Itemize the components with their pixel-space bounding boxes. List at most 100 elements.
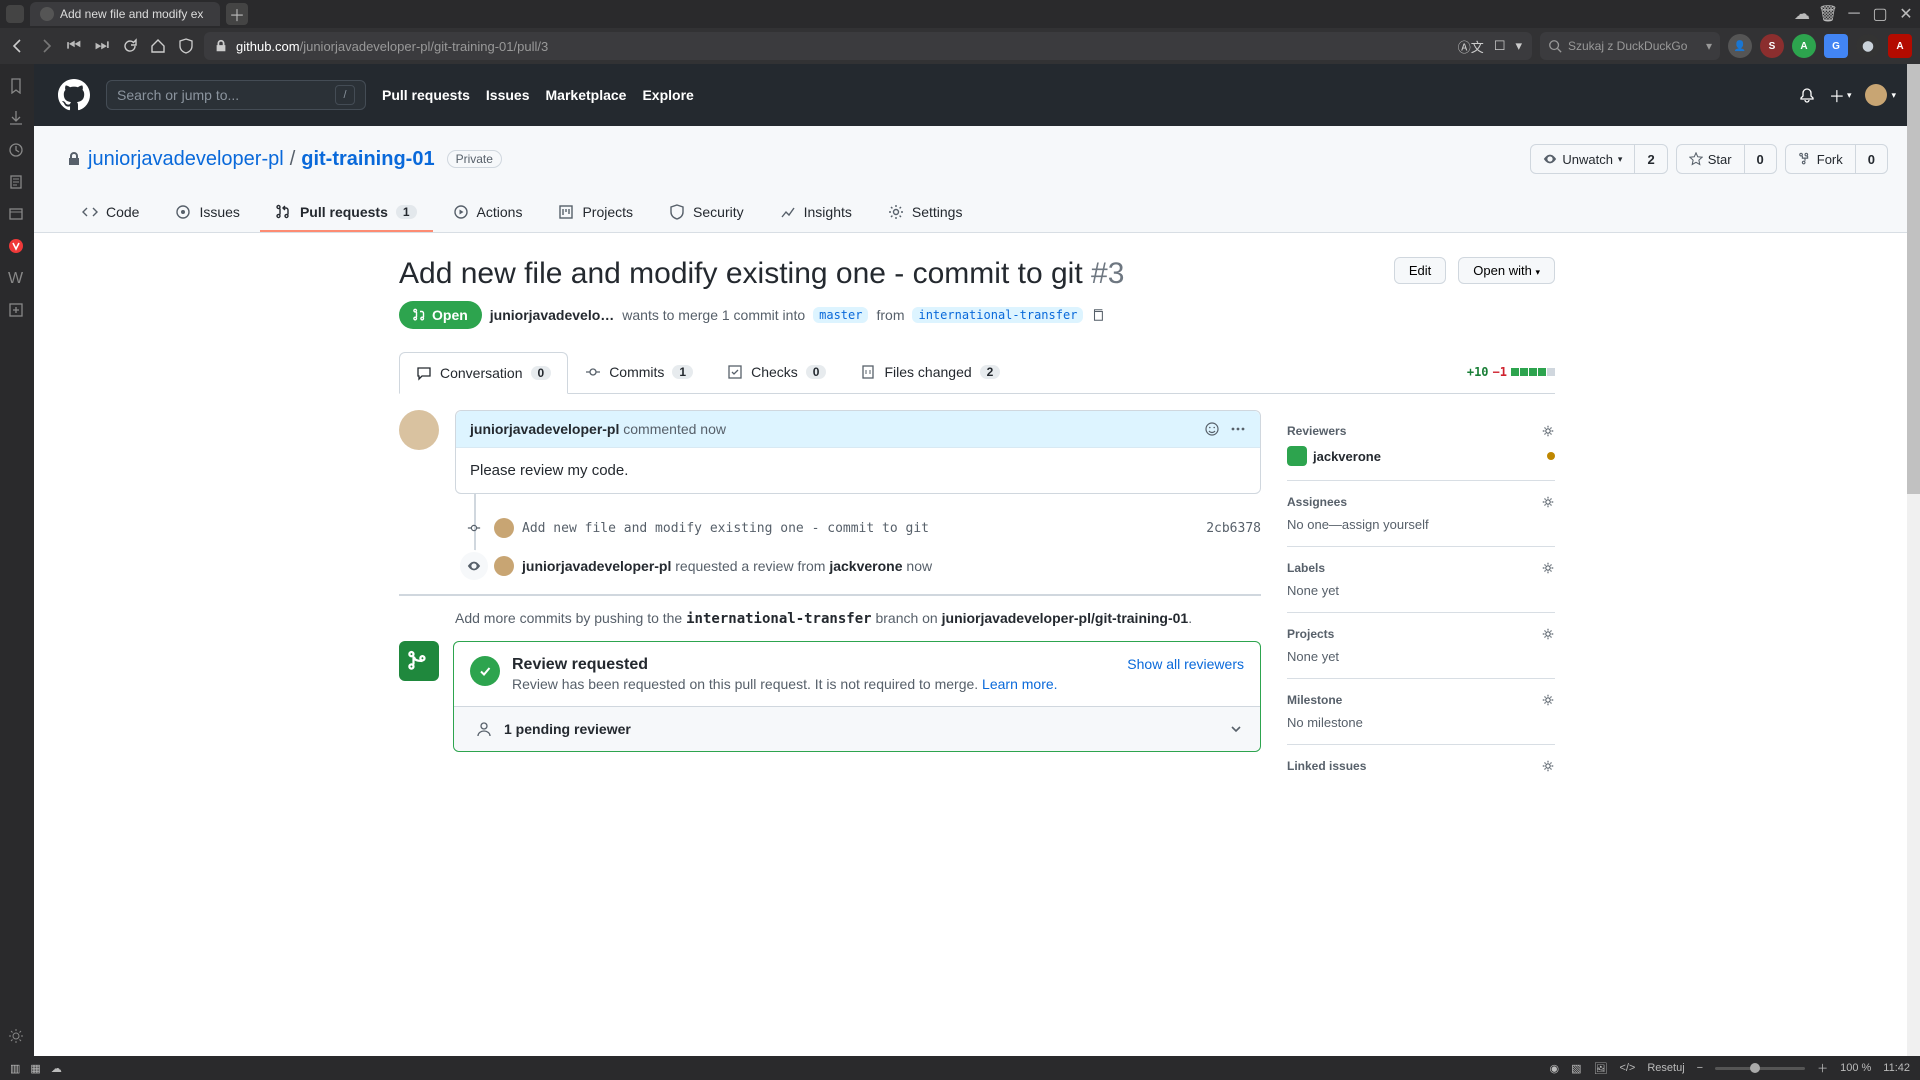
panel-vivaldi-icon[interactable] (8, 238, 26, 256)
reviewers-heading[interactable]: Reviewers (1287, 424, 1346, 438)
statusbar-pageactions-icon[interactable]: ▧ (1571, 1062, 1581, 1075)
panel-add-icon[interactable] (8, 302, 26, 320)
open-with-button[interactable]: Open with ▾ (1458, 257, 1555, 284)
extension-noscript-icon[interactable]: S (1760, 34, 1784, 58)
learn-more-link[interactable]: Learn more. (982, 676, 1057, 692)
statusbar-tile-icon[interactable]: ▦ (30, 1062, 40, 1075)
gear-icon[interactable] (1541, 759, 1555, 773)
milestone-heading[interactable]: Milestone (1287, 693, 1342, 707)
nav-issues[interactable]: Issues (486, 87, 530, 103)
scrollbar[interactable] (1907, 64, 1920, 1056)
profile-icon[interactable]: 👤 (1728, 34, 1752, 58)
reviewer-name[interactable]: jackverone (1313, 449, 1381, 464)
labels-heading[interactable]: Labels (1287, 561, 1325, 575)
chevron-down-icon[interactable]: ▾ (1706, 39, 1712, 53)
tab-files[interactable]: Files changed2 (843, 351, 1017, 393)
star-count[interactable]: 0 (1745, 152, 1776, 167)
star-button[interactable]: Star 0 (1676, 144, 1777, 174)
create-new-dropdown[interactable]: ＋▾ (1829, 83, 1852, 107)
tab-projects[interactable]: Projects (542, 194, 649, 232)
head-branch[interactable]: international-transfer (912, 307, 1083, 323)
tab-pulls[interactable]: Pull requests1 (260, 194, 433, 232)
trash-icon[interactable]: 🗑 (1820, 6, 1836, 22)
tab-insights[interactable]: Insights (764, 194, 868, 232)
statusbar-panel-icon[interactable]: ▥ (10, 1062, 20, 1075)
edit-button[interactable]: Edit (1394, 257, 1446, 284)
search-engine-bar[interactable]: Szukaj z DuckDuckGo ▾ (1540, 32, 1720, 60)
fork-button[interactable]: Fork 0 (1785, 144, 1888, 174)
repo-owner-link[interactable]: juniorjavadeveloper-pl (88, 148, 284, 171)
user-menu[interactable]: ▾ (1865, 84, 1896, 106)
statusbar-reset-zoom[interactable]: Resetuj (1647, 1062, 1684, 1074)
url-bar[interactable]: github.com/juniorjavadeveloper-pl/git-tr… (204, 32, 1532, 60)
extension-translate-icon[interactable]: G (1824, 34, 1848, 58)
projects-heading[interactable]: Projects (1287, 627, 1334, 641)
gear-icon[interactable] (1541, 495, 1555, 509)
back-button[interactable] (8, 36, 28, 56)
panel-notes-icon[interactable] (8, 174, 26, 192)
fastforward-button[interactable]: ⏭ (92, 36, 112, 56)
panel-bookmarks-icon[interactable] (8, 78, 26, 96)
gear-icon[interactable] (1541, 627, 1555, 641)
zoom-in-button[interactable]: ＋ (1817, 1060, 1828, 1076)
commit-message[interactable]: Add new file and modify existing one - c… (522, 521, 929, 536)
minimize-button[interactable]: ─ (1846, 6, 1862, 22)
panel-window-icon[interactable] (8, 206, 26, 224)
rewind-button[interactable]: ⏮ (64, 36, 84, 56)
base-branch[interactable]: master (813, 307, 868, 323)
assignees-value[interactable]: No one—assign yourself (1287, 517, 1555, 532)
new-tab-button[interactable]: ＋ (226, 3, 248, 25)
tab-actions[interactable]: Actions (437, 194, 539, 232)
maximize-button[interactable]: ▢ (1872, 6, 1888, 22)
shield-icon[interactable] (176, 36, 196, 56)
emoji-icon[interactable] (1204, 421, 1220, 437)
commit-sha[interactable]: 2cb6378 (1206, 521, 1261, 536)
watch-count[interactable]: 2 (1635, 152, 1666, 167)
reviewer-avatar[interactable] (1287, 446, 1307, 466)
zoom-slider[interactable] (1715, 1067, 1805, 1070)
home-button[interactable] (148, 36, 168, 56)
browser-tab[interactable]: Add new file and modify ex (30, 2, 220, 26)
panel-history-icon[interactable] (8, 142, 26, 160)
comment-author[interactable]: juniorjavadeveloper-pl (470, 421, 619, 437)
github-search-input[interactable]: Search or jump to... / (106, 80, 366, 110)
tab-security[interactable]: Security (653, 194, 760, 232)
close-button[interactable]: ✕ (1898, 6, 1914, 22)
reload-button[interactable] (120, 36, 140, 56)
tab-checks[interactable]: Checks0 (710, 351, 843, 393)
actor-avatar[interactable] (494, 556, 514, 576)
statusbar-image-icon[interactable]: 🖼 (1593, 1062, 1607, 1075)
review-request-reviewer[interactable]: jackverone (829, 558, 902, 574)
gear-icon[interactable] (1541, 561, 1555, 575)
extension-adobe-icon[interactable]: A (1888, 34, 1912, 58)
tab-settings[interactable]: Settings (872, 194, 979, 232)
notifications-icon[interactable] (1799, 87, 1815, 103)
forward-button[interactable] (36, 36, 56, 56)
statusbar-sync-icon[interactable]: ☁ (51, 1062, 62, 1075)
commit-author-avatar[interactable] (494, 518, 514, 538)
zoom-out-button[interactable]: − (1697, 1062, 1703, 1074)
comment-author-avatar[interactable] (399, 410, 439, 450)
unwatch-button[interactable]: Unwatch ▾ 2 (1530, 144, 1667, 174)
linked-issues-heading[interactable]: Linked issues (1287, 759, 1366, 773)
nav-pulls[interactable]: Pull requests (382, 87, 470, 103)
tab-commits[interactable]: Commits1 (568, 351, 710, 393)
gear-icon[interactable] (1541, 693, 1555, 707)
panel-wikipedia-icon[interactable]: W (8, 270, 26, 288)
statusbar-code-icon[interactable]: </> (1619, 1062, 1635, 1074)
show-reviewers-link[interactable]: Show all reviewers (1127, 656, 1244, 672)
copy-icon[interactable] (1091, 308, 1105, 322)
vivaldi-menu-icon[interactable] (6, 5, 24, 23)
gear-icon[interactable] (1541, 424, 1555, 438)
tab-conversation[interactable]: Conversation0 (399, 352, 568, 394)
github-logo-icon[interactable] (58, 79, 90, 111)
pr-author[interactable]: juniorjavadevelo… (490, 307, 614, 323)
repo-name-link[interactable]: git-training-01 (301, 148, 434, 171)
extension-a-icon[interactable]: A (1792, 34, 1816, 58)
chevron-down-icon[interactable]: ▾ (1515, 38, 1522, 54)
tab-issues[interactable]: Issues (159, 194, 255, 232)
panel-downloads-icon[interactable] (8, 110, 26, 128)
statusbar-capture-icon[interactable]: ◉ (1549, 1062, 1559, 1075)
review-request-actor[interactable]: juniorjavadeveloper-pl (522, 558, 671, 574)
cloud-icon[interactable]: ☁ (1794, 6, 1810, 22)
